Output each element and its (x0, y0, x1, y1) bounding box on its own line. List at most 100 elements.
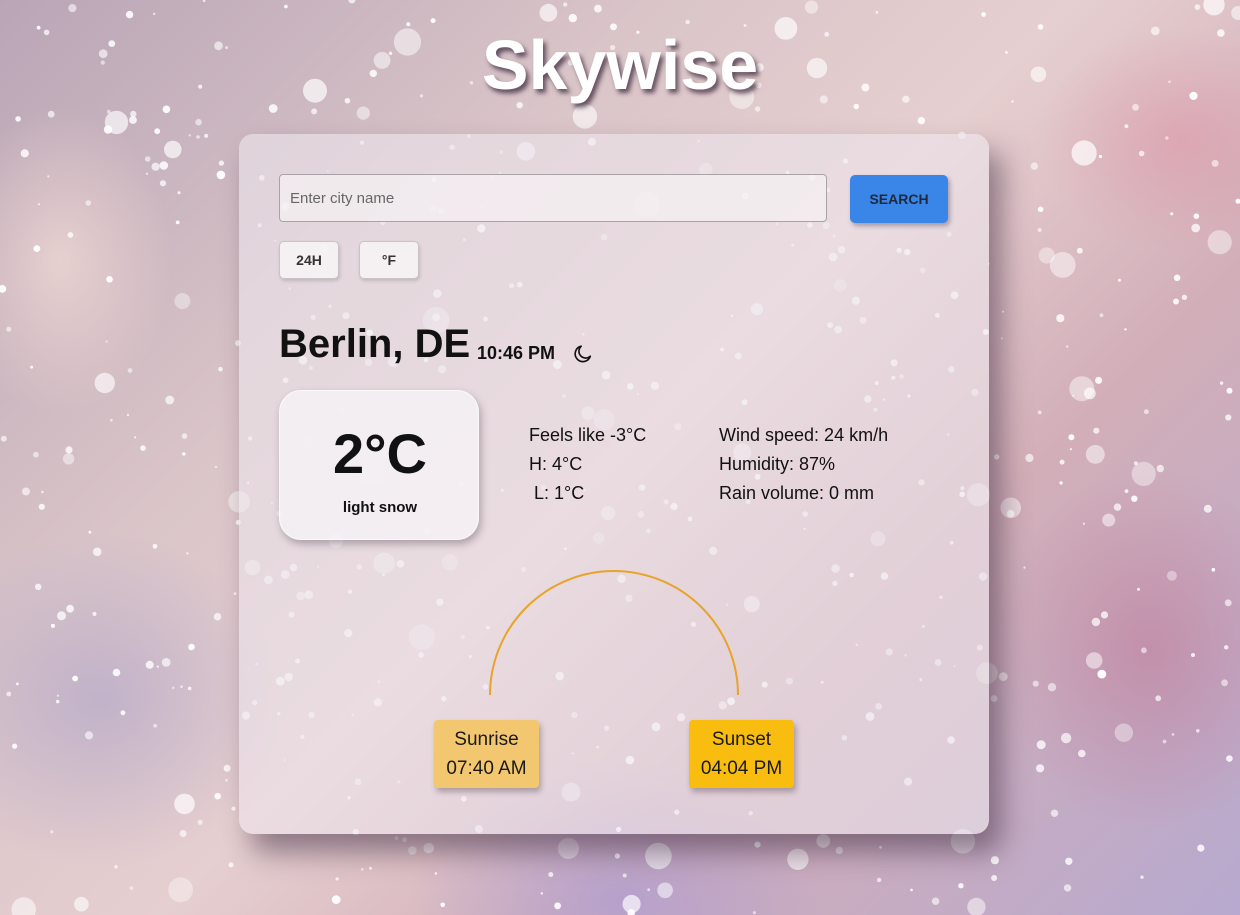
snowflake (1060, 732, 1072, 744)
snowflake (816, 834, 831, 848)
snowflake (188, 134, 191, 137)
snowflake (594, 4, 602, 13)
sunrise-label: Sunrise (454, 729, 519, 750)
snowflake (875, 10, 879, 14)
snowflake (218, 366, 223, 372)
snowflake (423, 842, 435, 854)
moon-icon (574, 345, 592, 363)
search-input[interactable] (279, 174, 827, 222)
snowflake (331, 895, 341, 904)
sunset-card: Sunset 04:04 PM (689, 720, 794, 788)
snowflake (440, 902, 446, 908)
snowflake (1097, 669, 1107, 679)
snowflake (1194, 4, 1201, 10)
snowflake (179, 830, 187, 837)
snowflake (394, 836, 399, 840)
snowflake (335, 877, 339, 881)
snowflake (1059, 481, 1063, 485)
snowflake (554, 902, 561, 910)
snowflake (218, 160, 225, 166)
snowflake (356, 106, 370, 120)
weather-description: light snow (342, 499, 418, 516)
snowflake (1078, 749, 1086, 758)
snowflake (50, 623, 55, 628)
snowflake (1100, 611, 1109, 619)
low-temperature: L: 1°C (529, 483, 585, 503)
snowflake (50, 830, 54, 834)
unit-toggle[interactable]: °F (359, 241, 419, 279)
snowflake (168, 877, 194, 903)
snowflake (145, 660, 154, 669)
snowflake (1143, 409, 1149, 415)
snowflake (1226, 755, 1233, 762)
snowflake (41, 490, 44, 494)
snowflake (1050, 809, 1059, 817)
snowflake (967, 897, 986, 915)
snowflake (153, 723, 158, 728)
snowflake (645, 842, 672, 870)
weather-card: SEARCH 24H °F Berlin, DE 10:46 PM 2°C li… (239, 134, 989, 834)
snowflake (1156, 464, 1165, 473)
time-format-toggle[interactable]: 24H (279, 241, 339, 279)
snowflake (126, 413, 130, 417)
snowflake (804, 0, 819, 14)
snowflake (1171, 733, 1175, 736)
search-button[interactable]: SEARCH (850, 175, 948, 223)
snowflake (164, 140, 182, 159)
snowflake (1063, 884, 1072, 892)
snowflake (539, 3, 558, 22)
snowflake (563, 2, 568, 7)
snowflake (15, 116, 21, 122)
snowflake (1203, 504, 1212, 513)
snowflake (1155, 695, 1162, 702)
snowflake (1170, 212, 1174, 216)
snowflake (1099, 313, 1104, 318)
snowflake (1025, 453, 1034, 463)
temperature-details: Feels like -3°C H: 4°C L: 1°C (529, 421, 646, 508)
snowflake (627, 909, 635, 915)
snowflake (1235, 198, 1240, 204)
snowflake (1231, 6, 1240, 20)
snowflake (1113, 503, 1122, 511)
snowflake (1047, 683, 1057, 692)
snowflake (1036, 764, 1045, 773)
snowflake (92, 547, 102, 557)
snowflake (402, 837, 408, 843)
snowflake (66, 604, 74, 613)
snowflake (1207, 230, 1232, 255)
snowflake (1036, 740, 1046, 750)
snowflake (1141, 647, 1147, 654)
snowflake (152, 543, 158, 549)
snowflake (161, 658, 171, 667)
snowflake (1068, 434, 1075, 441)
snowflake (140, 445, 146, 451)
snowflake (1065, 857, 1073, 865)
snowflake (153, 12, 156, 15)
snowflake (622, 873, 627, 878)
snowflake (216, 170, 226, 180)
snowflake (1193, 213, 1200, 219)
snowflake (1133, 461, 1138, 466)
sunset-time: 04:04 PM (700, 758, 783, 779)
snowflake (151, 162, 160, 171)
snowflake (154, 128, 161, 135)
snowflake (180, 685, 183, 688)
snowflake (1124, 489, 1129, 493)
snowflake (1037, 410, 1042, 415)
snowflake (129, 116, 137, 124)
snowflake (1224, 645, 1229, 650)
snowflake (990, 695, 998, 702)
snowflake (1072, 394, 1075, 397)
snowflake (1224, 599, 1232, 607)
snowflake (548, 872, 554, 877)
snowflake (74, 896, 89, 912)
snowflake (182, 452, 186, 456)
snowflake (92, 611, 97, 617)
snowflake (1037, 206, 1044, 213)
snowflake (204, 133, 209, 138)
snowflake (1066, 345, 1069, 348)
snowflake (1221, 679, 1228, 687)
snowflake (1069, 376, 1095, 402)
snowflake (1076, 247, 1083, 254)
snowflake (112, 668, 121, 677)
